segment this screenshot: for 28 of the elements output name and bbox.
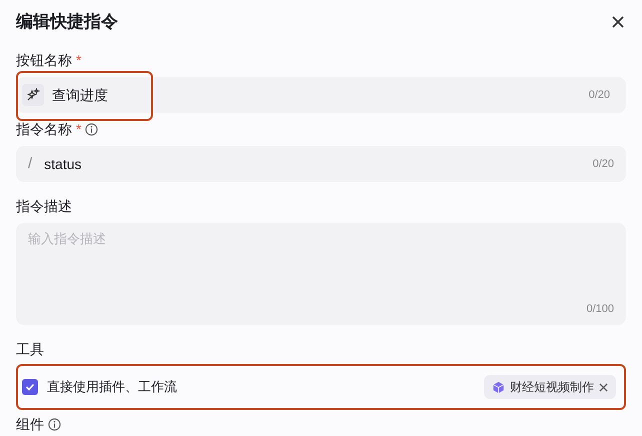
tag-label: 财经短视频制作 — [510, 379, 594, 396]
character-counter: 0/20 — [588, 88, 610, 103]
field-value: status — [44, 154, 82, 174]
slash-prefix: / — [28, 154, 32, 174]
required-mark: * — [76, 120, 82, 139]
checkbox-label: 直接使用插件、工作流 — [47, 378, 177, 396]
field-label: 组件 — [16, 415, 44, 434]
sparkle-icon[interactable] — [22, 84, 44, 106]
character-counter: 0/20 — [592, 156, 614, 172]
plugin-tag[interactable]: 财经短视频制作 — [484, 375, 616, 399]
close-icon[interactable] — [612, 16, 624, 28]
cube-icon — [492, 380, 505, 394]
field-label: 指令名称 — [16, 120, 72, 139]
command-name-field[interactable]: / status 0/20 — [16, 146, 626, 182]
dialog-title: 编辑快捷指令 — [16, 11, 118, 34]
info-icon[interactable] — [48, 418, 61, 431]
button-name-field[interactable]: 查询进度 0/20 — [16, 77, 626, 113]
field-label: 指令描述 — [16, 197, 72, 216]
description-input[interactable]: 输入指令描述 — [16, 223, 626, 293]
field-label: 按钮名称 — [16, 51, 72, 70]
close-icon[interactable] — [599, 382, 608, 392]
required-mark: * — [76, 51, 82, 70]
info-icon[interactable] — [85, 123, 98, 136]
character-counter: 0/100 — [586, 302, 614, 316]
checkmark-icon — [25, 382, 35, 392]
field-value: 查询进度 — [52, 86, 108, 104]
checkbox[interactable] — [22, 379, 38, 395]
field-label: 工具 — [16, 340, 45, 359]
